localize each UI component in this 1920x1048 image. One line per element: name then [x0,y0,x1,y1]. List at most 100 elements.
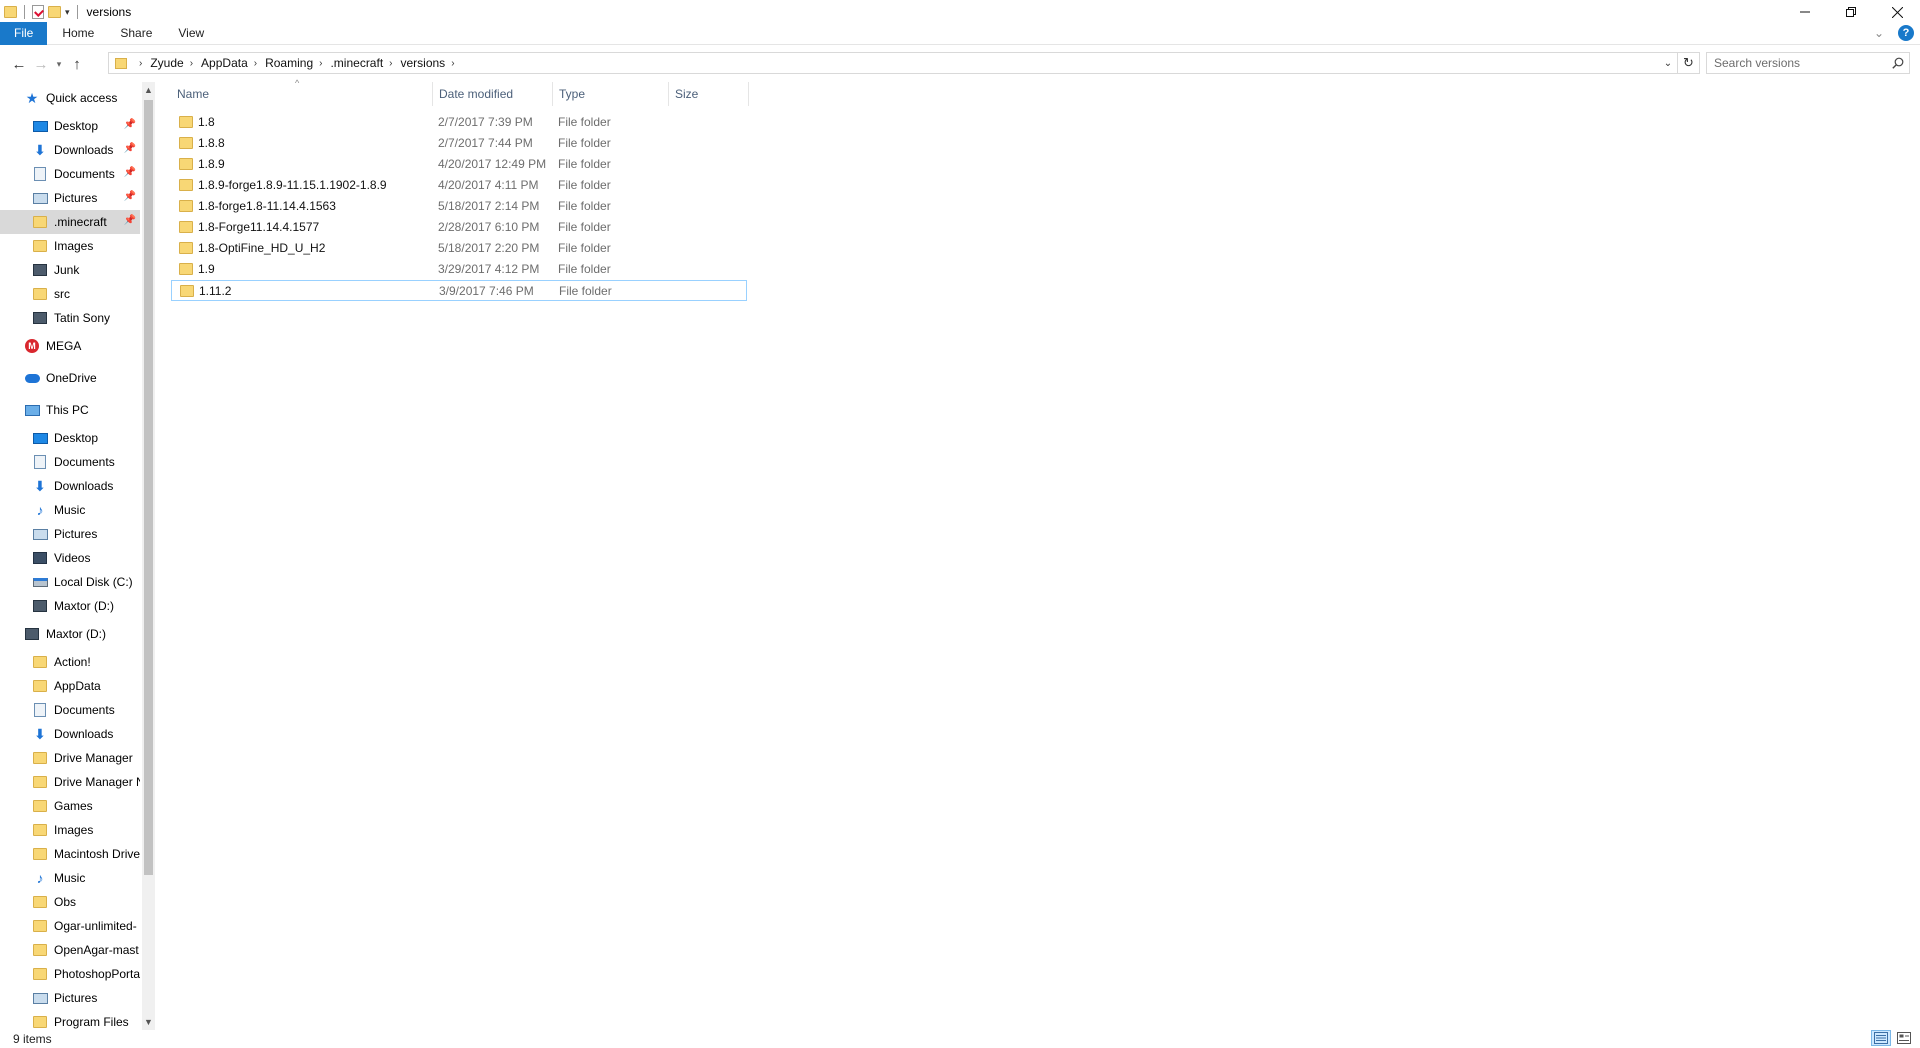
breadcrumb-roaming[interactable]: Roaming [265,56,313,70]
table-row[interactable]: 1.9 3/29/2017 4:12 PM File folder [171,259,747,280]
nav-pc-maxtor[interactable]: Maxtor (D:) [0,594,140,618]
chevron-right-icon[interactable]: › [319,58,322,69]
folder-icon [179,158,193,170]
file-date: 2/28/2017 6:10 PM [438,220,540,234]
nav-drive-drive-manager[interactable]: Drive Manager [0,746,140,770]
nav-pc-local-disk[interactable]: Local Disk (C:) [0,570,140,594]
cloud-icon [24,371,40,385]
nav-quick-access[interactable]: ★ Quick access [0,82,140,114]
nav-drive-appdata[interactable]: AppData [0,674,140,698]
tab-file[interactable]: File [0,21,48,45]
chevron-right-icon[interactable]: › [389,58,392,69]
breadcrumb-appdata[interactable]: AppData [201,56,248,70]
nav-pc-pictures[interactable]: Pictures [0,522,140,546]
column-header-type[interactable]: Type [553,82,669,106]
nav-quick-junk[interactable]: Junk [0,258,140,282]
nav-pc-desktop[interactable]: Desktop [0,426,140,450]
address-bar[interactable]: › Zyude › AppData › Roaming › .minecraft… [108,52,1700,74]
nav-drive-ogar[interactable]: Ogar-unlimited- [0,914,140,938]
nav-drive-program-files[interactable]: Program Files [0,1010,140,1030]
table-row[interactable]: 1.8 2/7/2017 7:39 PM File folder [171,112,747,133]
table-row[interactable]: 1.8.8 2/7/2017 7:44 PM File folder [171,133,747,154]
nav-drive-music[interactable]: ♪ Music [0,866,140,890]
column-header-size[interactable]: Size [669,82,749,106]
nav-pc-videos[interactable]: Videos [0,546,140,570]
close-button[interactable] [1874,0,1920,24]
nav-onedrive[interactable]: OneDrive [0,362,140,394]
file-date: 5/18/2017 2:20 PM [438,241,540,255]
nav-quick-minecraft[interactable]: .minecraft 📌 [0,210,140,234]
file-name: 1.9 [198,262,215,276]
help-icon[interactable]: ? [1898,25,1914,41]
nav-drive-openagar[interactable]: OpenAgar-mast [0,938,140,962]
item-count: 9 items [13,1032,52,1046]
chevron-right-icon[interactable]: › [254,58,257,69]
breadcrumb-minecraft[interactable]: .minecraft [330,56,383,70]
search-input[interactable] [1714,56,1887,70]
chevron-right-icon[interactable]: › [139,58,142,69]
scroll-up-icon[interactable]: ▲ [142,82,155,98]
column-header-name[interactable]: Name [171,82,433,106]
nav-drive-images[interactable]: Images [0,818,140,842]
nav-quick-tatin-sony[interactable]: Tatin Sony [0,306,140,330]
table-row[interactable]: 1.8-forge1.8-11.14.4.1563 5/18/2017 2:14… [171,196,747,217]
recent-locations-chevron-icon[interactable]: ▾ [52,53,66,75]
expand-ribbon-chevron-icon[interactable]: ⌄ [1874,26,1884,40]
tab-share[interactable]: Share [107,22,165,45]
folder-icon [32,215,48,229]
table-row[interactable]: 1.8.9 4/20/2017 12:49 PM File folder [171,154,747,175]
nav-maxtor-drive[interactable]: Maxtor (D:) [0,618,140,650]
nav-pc-music[interactable]: ♪ Music [0,498,140,522]
nav-drive-games[interactable]: Games [0,794,140,818]
restore-button[interactable] [1828,0,1874,24]
nav-drive-macintosh[interactable]: Macintosh Drive [0,842,140,866]
nav-drive-obs[interactable]: Obs [0,890,140,914]
file-list: ^ Name Date modified Type Size 1.8 2/7/2… [171,78,751,301]
nav-quick-desktop[interactable]: Desktop 📌 [0,114,140,138]
up-arrow-icon[interactable]: ↑ [66,53,88,75]
table-row[interactable]: 1.8.9-forge1.8.9-11.15.1.1902-1.8.9 4/20… [171,175,747,196]
minimize-button[interactable] [1782,0,1828,24]
tab-home[interactable]: Home [49,22,107,45]
new-folder-icon[interactable] [48,6,61,18]
nav-pc-downloads[interactable]: ⬇ Downloads [0,474,140,498]
file-type: File folder [558,220,611,234]
customize-toolbar-chevron-icon[interactable]: ▾ [65,7,70,18]
address-history-chevron-icon[interactable]: ⌄ [1659,58,1677,69]
nav-drive-documents[interactable]: Documents [0,698,140,722]
scroll-down-icon[interactable]: ▼ [142,1014,155,1030]
nav-this-pc[interactable]: This PC [0,394,140,426]
scrollbar-thumb[interactable] [144,100,153,875]
navigation-scrollbar[interactable]: ▲ ▼ [142,82,155,1030]
nav-quick-downloads[interactable]: ⬇ Downloads 📌 [0,138,140,162]
nav-drive-drive-manager-n[interactable]: Drive Manager N [0,770,140,794]
large-icons-view-icon[interactable] [1894,1030,1914,1046]
properties-icon[interactable] [32,5,44,19]
nav-drive-downloads[interactable]: ⬇ Downloads [0,722,140,746]
breadcrumb-versions[interactable]: versions [401,56,446,70]
nav-mega[interactable]: M MEGA [0,330,140,362]
nav-quick-images[interactable]: Images [0,234,140,258]
details-view-icon[interactable] [1871,1030,1891,1046]
table-row-selected[interactable]: 1.11.2 3/9/2017 7:46 PM File folder [171,280,747,301]
chevron-right-icon[interactable]: › [451,58,454,69]
nav-pc-documents[interactable]: Documents [0,450,140,474]
nav-drive-pictures[interactable]: Pictures [0,986,140,1010]
back-arrow-icon[interactable]: ← [8,53,30,75]
drive-icon [32,311,48,325]
breadcrumb-zyude[interactable]: Zyude [150,56,183,70]
nav-drive-action[interactable]: Action! [0,650,140,674]
nav-label: Obs [54,895,77,909]
nav-quick-src[interactable]: src [0,282,140,306]
table-row[interactable]: 1.8-Forge11.14.4.1577 2/28/2017 6:10 PM … [171,217,747,238]
column-header-date[interactable]: Date modified [433,82,553,106]
search-icon[interactable] [1887,57,1909,69]
chevron-right-icon[interactable]: › [190,58,193,69]
nav-quick-pictures[interactable]: Pictures 📌 [0,186,140,210]
forward-arrow-icon[interactable]: → [30,53,52,75]
nav-drive-photoshop[interactable]: PhotoshopPorta [0,962,140,986]
nav-quick-documents[interactable]: Documents 📌 [0,162,140,186]
refresh-icon[interactable]: ↻ [1677,53,1699,73]
table-row[interactable]: 1.8-OptiFine_HD_U_H2 5/18/2017 2:20 PM F… [171,238,747,259]
tab-view[interactable]: View [165,22,217,45]
